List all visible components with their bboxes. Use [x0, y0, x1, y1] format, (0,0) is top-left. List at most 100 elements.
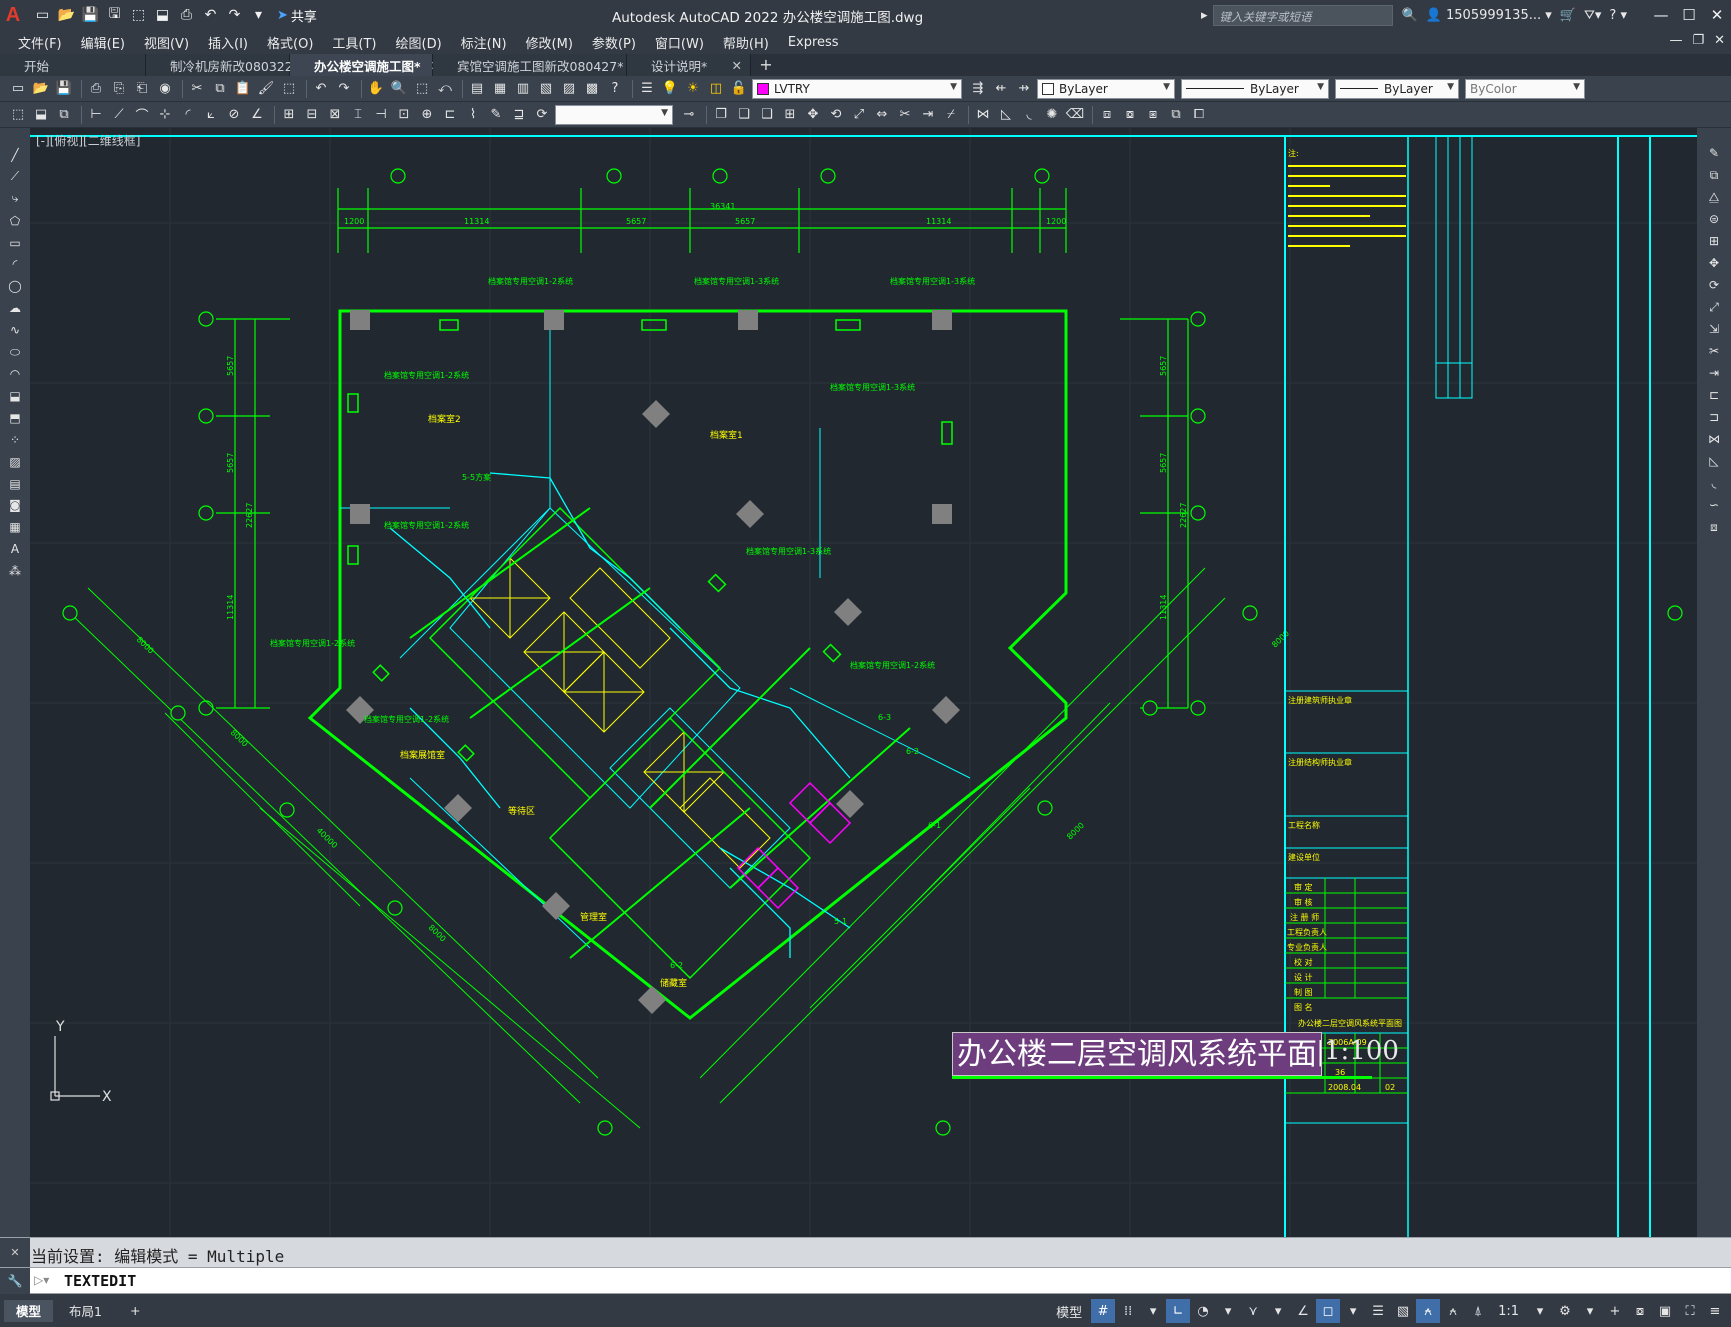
explode-icon[interactable]: ⧈ [1703, 516, 1725, 538]
mtext-icon[interactable]: A [4, 538, 26, 560]
stretch-icon[interactable]: ⇔ [872, 105, 892, 125]
dim-break-icon[interactable]: ⊣ [371, 105, 391, 125]
dim-style-icon[interactable]: ⊸ [679, 105, 699, 125]
open-icon[interactable]: 📂 [31, 79, 51, 99]
polar-icon[interactable]: ◔ [1191, 1299, 1215, 1323]
markup-icon[interactable]: ▨ [559, 79, 579, 99]
plotstyle-combo[interactable]: ByColor ▼ [1465, 78, 1585, 99]
offset-icon[interactable]: ⊜ [1703, 208, 1725, 230]
stretch-icon[interactable]: ⇲ [1703, 318, 1725, 340]
tab-start[interactable]: 开始 [0, 54, 146, 76]
new-tab-button[interactable]: + [751, 54, 781, 76]
block-editor-icon[interactable]: ⬚ [279, 79, 299, 99]
group-icon[interactable]: ⧉ [1166, 105, 1186, 125]
isodraft-icon[interactable]: ⋎ [1241, 1299, 1265, 1323]
scale-icon[interactable]: ⤢ [849, 105, 869, 125]
menu-format[interactable]: 格式(O) [267, 33, 313, 52]
dim-radius-icon[interactable]: ◜ [178, 105, 198, 125]
share-button[interactable]: ➤ 共享 [277, 6, 317, 25]
inspection-icon[interactable]: ⊏ [440, 105, 460, 125]
region-icon[interactable]: ◙ [4, 495, 26, 517]
transparency-icon[interactable]: ▧ [1391, 1299, 1415, 1323]
hardware-acceleration-icon[interactable]: ▣ [1653, 1299, 1677, 1323]
text-front-icon[interactable]: ⧠ [1189, 105, 1209, 125]
menu-draw[interactable]: 绘图(D) [396, 33, 442, 52]
chevron-down-icon[interactable]: ▾ [1266, 1299, 1290, 1323]
zoom-realtime-icon[interactable]: 🔍 [389, 79, 409, 99]
save-as-icon[interactable]: 🖫 [104, 5, 125, 26]
menu-insert[interactable]: 插入(I) [208, 33, 248, 52]
search-expand-icon[interactable]: ▸ [1201, 8, 1208, 23]
annotation-scale-icon[interactable]: ⍋ [1466, 1299, 1490, 1323]
dim-edit-icon[interactable]: ✎ [486, 105, 506, 125]
array-icon[interactable]: ⊞ [1703, 230, 1725, 252]
polyline-icon[interactable]: ⤷ [4, 188, 26, 210]
jogged-linear-icon[interactable]: ⌇ [463, 105, 483, 125]
trim-icon[interactable]: ✂ [895, 105, 915, 125]
tab-close-icon[interactable]: ✕ [732, 58, 742, 73]
menu-express[interactable]: Express [788, 35, 839, 50]
open-file-icon[interactable]: 📂 [56, 5, 77, 26]
plot-icon[interactable]: ⎙ [86, 79, 106, 99]
dim-linear-icon[interactable]: ⊢ [86, 105, 106, 125]
block-icon[interactable]: ⬚ [8, 105, 28, 125]
explode-icon[interactable]: ✺ [1042, 105, 1062, 125]
menu-modify[interactable]: 修改(M) [526, 33, 573, 52]
copy-object-icon[interactable]: ❐ [711, 105, 731, 125]
blend-icon[interactable]: ∽ [1703, 494, 1725, 516]
dim-aligned-icon[interactable]: ⟋ [109, 105, 129, 125]
autocad-logo-icon[interactable]: A [0, 0, 26, 30]
join-icon[interactable]: ⋈ [973, 105, 993, 125]
doc-close-button[interactable]: ✕ [1714, 33, 1725, 48]
qat-dropdown-icon[interactable]: ▾ [248, 5, 269, 26]
ellipse-arc-icon[interactable]: ◠ [4, 363, 26, 385]
move-icon[interactable]: ✥ [1703, 252, 1725, 274]
copy-icon[interactable]: ⧉ [1703, 164, 1725, 186]
color-combo[interactable]: ByLayer ▼ [1037, 78, 1175, 99]
trim-icon[interactable]: ✂ [1703, 340, 1725, 362]
erase-icon[interactable]: ✎ [1703, 142, 1725, 164]
insert-block-icon[interactable]: ⬓ [4, 385, 26, 407]
layer-lock-icon[interactable]: 🔓 [729, 79, 749, 99]
layer-freeze-icon[interactable]: ☀ [683, 79, 703, 99]
copy-icon[interactable]: ⧉ [210, 79, 230, 99]
save-web-icon[interactable]: ⬓ [152, 5, 173, 26]
drawing-canvas[interactable]: 1200 11314 5657 5657 11314 1200 36341 56… [30, 128, 1697, 1237]
move-icon[interactable]: ✥ [803, 105, 823, 125]
close-button[interactable]: ✕ [1703, 6, 1731, 24]
insert-icon[interactable]: ⬓ [31, 105, 51, 125]
dim-continue-icon[interactable]: ⊠ [325, 105, 345, 125]
line-icon[interactable]: ╱ [4, 144, 26, 166]
user-account[interactable]: 👤 1505999135... ▾ [1426, 8, 1552, 23]
construction-line-icon[interactable]: ⟋ [4, 166, 26, 188]
doc-restore-button[interactable]: ❐ [1692, 33, 1704, 48]
table-icon[interactable]: ▦ [4, 516, 26, 538]
help-icon[interactable]: ? [605, 79, 625, 99]
send-back-icon[interactable]: ⧆ [1143, 105, 1163, 125]
cart-icon[interactable]: 🛒 [1560, 8, 1576, 23]
new-file-icon[interactable]: ▭ [32, 5, 53, 26]
model-space-label[interactable]: 模型 [1056, 1302, 1082, 1321]
layer-state-icon[interactable]: ⇸ [1014, 79, 1034, 99]
layer-on-icon[interactable]: 💡 [660, 79, 680, 99]
match-properties-icon[interactable]: 🖌 [256, 79, 276, 99]
arc-icon[interactable]: ◜ [4, 254, 26, 276]
fullscreen-icon[interactable]: ⛶ [1678, 1299, 1702, 1323]
extend-icon[interactable]: ⇥ [918, 105, 938, 125]
polygon-icon[interactable]: ⬠ [4, 210, 26, 232]
layer-viewport-icon[interactable]: ◫ [706, 79, 726, 99]
dim-update-icon[interactable]: ⟳ [532, 105, 552, 125]
fillet-icon[interactable]: ◟ [1019, 105, 1039, 125]
chevron-down-icon[interactable]: ▾ [1528, 1299, 1552, 1323]
isolate-objects-icon[interactable]: ⧇ [1628, 1299, 1652, 1323]
drawing-title[interactable]: 办公楼二层空调风系统平面图 1:100 [952, 1032, 1399, 1079]
3d-print-icon[interactable]: ◉ [155, 79, 175, 99]
undo-icon[interactable]: ↶ [200, 5, 221, 26]
grid-icon[interactable]: # [1091, 1299, 1116, 1323]
dim-space-icon[interactable]: ⌶ [348, 105, 368, 125]
gear-icon[interactable]: ⚙ [1553, 1299, 1577, 1323]
make-current-layer-icon[interactable]: ⇶ [968, 79, 988, 99]
save-icon[interactable]: 💾 [54, 79, 74, 99]
command-input[interactable]: TEXTEDIT [64, 1272, 136, 1290]
chevron-down-icon[interactable]: ▾ [1141, 1299, 1165, 1323]
